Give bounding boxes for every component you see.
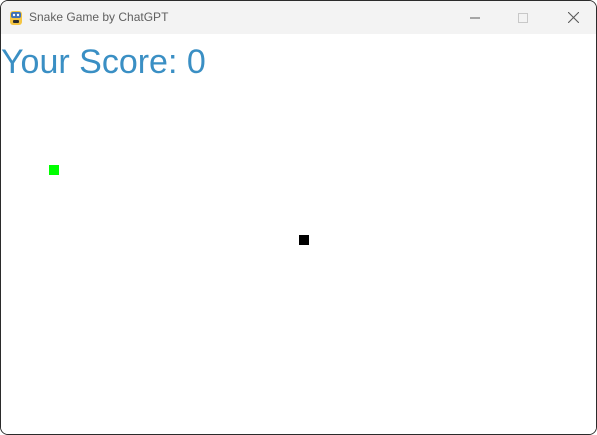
score-label: Your Score: 0	[1, 43, 206, 81]
close-icon	[567, 12, 579, 23]
maximize-icon	[518, 12, 528, 23]
python-icon	[8, 10, 24, 26]
window-title: Snake Game by ChatGPT	[29, 10, 169, 24]
close-button[interactable]	[550, 1, 596, 34]
minimize-button[interactable]	[452, 1, 498, 34]
snake-head	[299, 235, 309, 245]
title-bar[interactable]: Snake Game by ChatGPT	[1, 1, 596, 34]
game-window: Snake Game by ChatGPT Your Score: 0	[0, 0, 597, 435]
food-pellet	[49, 165, 59, 175]
game-canvas[interactable]: Your Score: 0	[1, 34, 596, 434]
minimize-icon	[470, 17, 480, 18]
maximize-button[interactable]	[500, 1, 546, 34]
